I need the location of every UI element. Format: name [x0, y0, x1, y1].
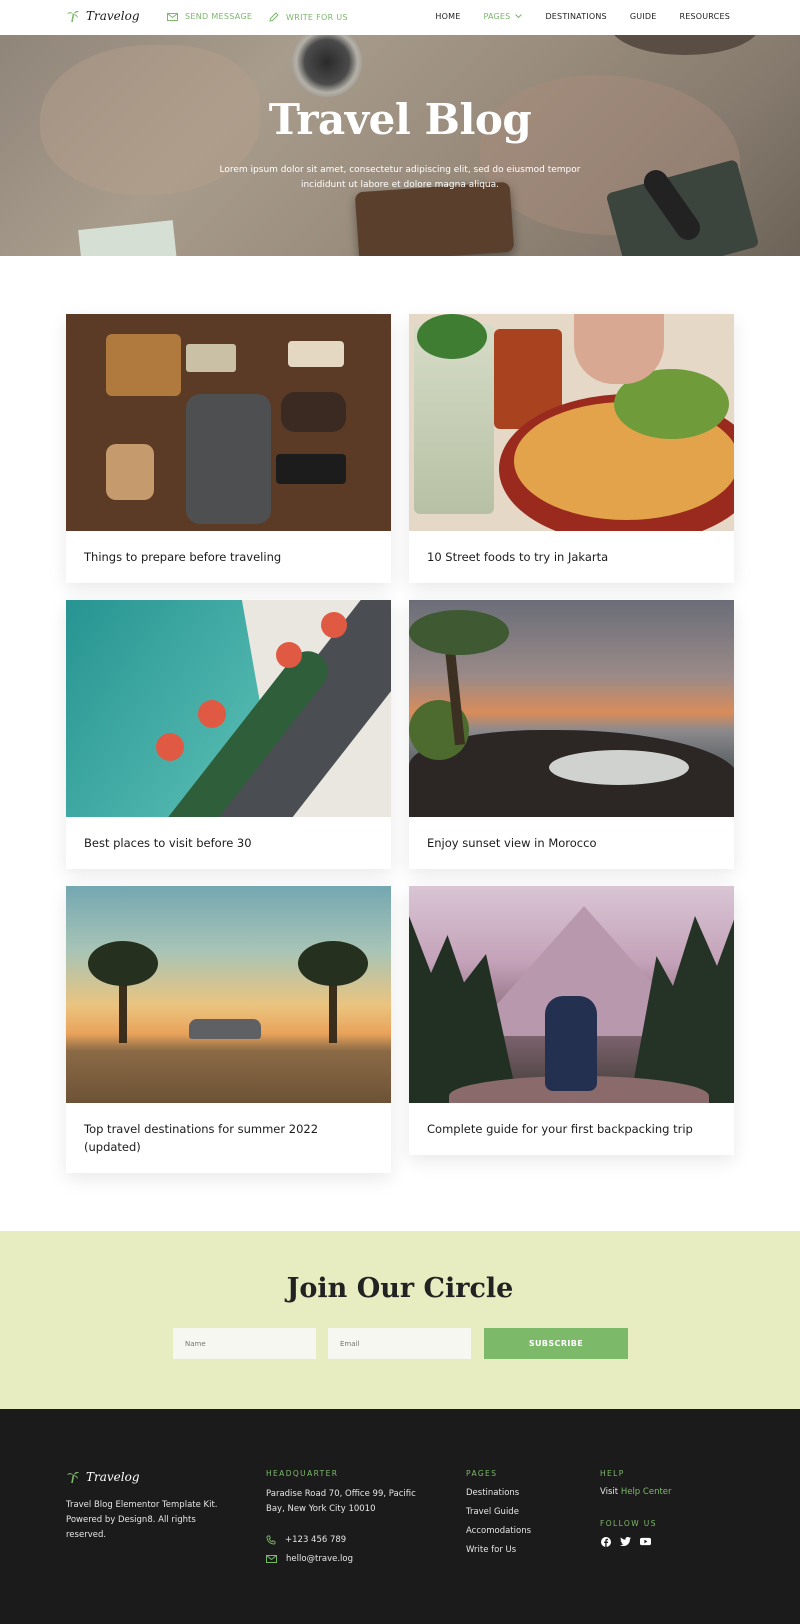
newsletter-section: Join Our Circle SUBSCRIBE [0, 1231, 800, 1409]
youtube-icon[interactable] [640, 1536, 651, 1547]
hero-banner: Travel Blog Lorem ipsum dolor sit amet, … [0, 35, 800, 256]
social-links [600, 1536, 651, 1547]
follow-heading: FOLLOW US [600, 1519, 657, 1528]
post-title[interactable]: Things to prepare before traveling [66, 531, 391, 583]
chevron-down-icon [515, 14, 523, 19]
footer-link-travel-guide[interactable]: Travel Guide [466, 1506, 531, 1519]
envelope-icon [266, 1555, 277, 1563]
post-image-forest-hiker[interactable] [409, 886, 734, 1103]
help-prefix: Visit [600, 1487, 619, 1497]
twitter-icon[interactable] [620, 1536, 631, 1547]
page-title: Travel Blog [268, 95, 532, 144]
post-image-palms-car[interactable] [66, 886, 391, 1103]
footer-brand-name: Travelog [86, 1470, 140, 1484]
post-title[interactable]: Best places to visit before 30 [66, 817, 391, 869]
footer-address: Paradise Road 70, Office 99, Pacific Bay… [266, 1489, 416, 1514]
post-image-beach[interactable] [66, 600, 391, 817]
post-title[interactable]: Enjoy sunset view in Morocco [409, 817, 734, 869]
write-for-us-link[interactable]: WRITE FOR US [269, 12, 348, 22]
post-card[interactable]: Top travel destinations for summer 2022 … [66, 886, 391, 1173]
footer-link-accomodations[interactable]: Accomodations [466, 1525, 531, 1538]
palm-tree-icon [67, 1472, 79, 1484]
name-field[interactable] [173, 1328, 316, 1359]
post-card[interactable]: 10 Street foods to try in Jakarta [409, 314, 734, 583]
phone-icon [266, 1535, 276, 1545]
subscribe-button[interactable]: SUBSCRIBE [484, 1328, 628, 1359]
envelope-icon [167, 12, 178, 21]
pencil-icon [269, 12, 279, 22]
hero-ticket-decoration [78, 220, 177, 256]
footer-pages-list: Destinations Travel Guide Accomodations … [466, 1487, 531, 1557]
footer-email-address: hello@trave.log [286, 1554, 353, 1564]
write-for-us-label: WRITE FOR US [286, 12, 348, 22]
email-field[interactable] [328, 1328, 471, 1359]
hero-hat-decoration [610, 35, 760, 55]
footer-phone-number: +123 456 789 [285, 1535, 347, 1545]
footer-email[interactable]: hello@trave.log [266, 1554, 353, 1564]
headquarter-heading: HEADQUARTER [266, 1469, 339, 1478]
post-image-travel-gear[interactable] [66, 314, 391, 531]
menu-item-guide[interactable]: GUIDE [630, 12, 657, 21]
top-navbar: Travelog SEND MESSAGE WRITE FOR US HOME … [0, 0, 800, 35]
menu-item-pages[interactable]: PAGES [483, 12, 523, 21]
footer-link-write-for-us[interactable]: Write for Us [466, 1544, 531, 1557]
post-card[interactable]: Things to prepare before traveling [66, 314, 391, 583]
main-menu: HOME PAGES DESTINATIONS GUIDE RESOURCES [435, 12, 730, 21]
footer-help-line: Visit Help Center [600, 1487, 672, 1497]
facebook-icon[interactable] [600, 1536, 611, 1547]
send-message-label: SEND MESSAGE [185, 12, 253, 21]
footer-phone[interactable]: +123 456 789 [266, 1535, 346, 1545]
post-image-street-food[interactable] [409, 314, 734, 531]
post-card[interactable]: Enjoy sunset view in Morocco [409, 600, 734, 869]
site-footer: Travelog Travel Blog Elementor Template … [0, 1409, 800, 1624]
help-center-link[interactable]: Help Center [621, 1487, 672, 1497]
hero-subtitle: Lorem ipsum dolor sit amet, consectetur … [219, 165, 581, 190]
post-card[interactable]: Complete guide for your first backpackin… [409, 886, 734, 1155]
footer-link-destinations[interactable]: Destinations [466, 1487, 531, 1500]
menu-item-home[interactable]: HOME [435, 12, 460, 21]
help-heading: HELP [600, 1469, 625, 1478]
brand-logo[interactable]: Travelog [66, 9, 140, 23]
post-title[interactable]: Top travel destinations for summer 2022 … [66, 1103, 391, 1173]
post-card[interactable]: Best places to visit before 30 [66, 600, 391, 869]
post-image-sunset[interactable] [409, 600, 734, 817]
newsletter-title: Join Our Circle [286, 1273, 514, 1304]
post-title[interactable]: Complete guide for your first backpackin… [409, 1103, 734, 1155]
pages-heading: PAGES [466, 1469, 498, 1478]
palm-tree-icon [67, 11, 79, 23]
send-message-link[interactable]: SEND MESSAGE [167, 12, 252, 21]
menu-item-resources[interactable]: RESOURCES [679, 12, 730, 21]
hero-camera-lens [292, 35, 362, 97]
footer-description: Travel Blog Elementor Template Kit. Powe… [66, 1500, 218, 1540]
footer-brand-logo[interactable]: Travelog [66, 1470, 140, 1484]
menu-item-destinations[interactable]: DESTINATIONS [545, 12, 606, 21]
post-title[interactable]: 10 Street foods to try in Jakarta [409, 531, 734, 583]
brand-name: Travelog [86, 9, 140, 23]
menu-item-pages-label: PAGES [483, 12, 511, 21]
